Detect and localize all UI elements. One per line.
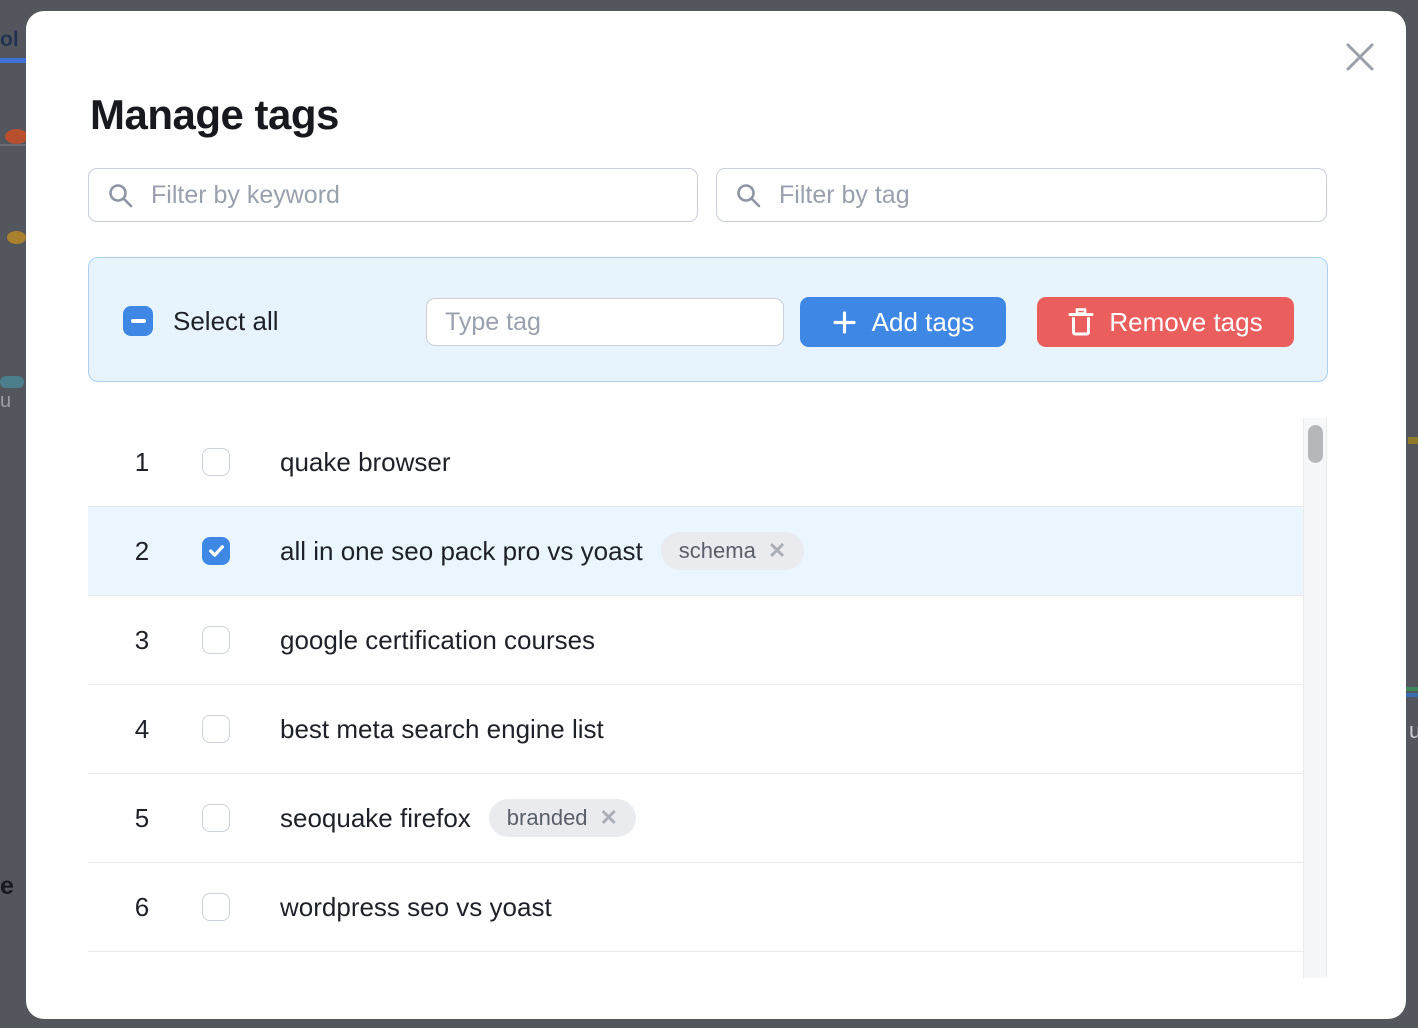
keyword-row[interactable]: 5 seoquake firefox branded ✕ <box>88 774 1324 863</box>
row-number: 5 <box>120 803 164 834</box>
backdrop-fragment-teal-shape <box>0 376 24 388</box>
row-checkbox[interactable] <box>202 893 230 921</box>
keyword-row[interactable]: 1 quake browser <box>88 418 1324 507</box>
add-tags-button[interactable]: Add tags <box>800 297 1006 347</box>
keyword-row[interactable]: 3 google certification courses <box>88 596 1324 685</box>
backdrop-fragment-yellow-line <box>1408 437 1418 444</box>
tag-pill: branded ✕ <box>489 799 636 837</box>
row-tags: schema ✕ <box>661 532 804 570</box>
filter-keyword-field <box>88 168 698 222</box>
backdrop-fragment-yellow-dot <box>7 231 26 244</box>
row-number: 3 <box>120 625 164 656</box>
tag-pill-label: schema <box>679 538 756 564</box>
tag-pill-label: branded <box>507 805 588 831</box>
row-checkbox[interactable] <box>202 715 230 743</box>
add-tags-label: Add tags <box>872 307 975 338</box>
scrollbar-thumb[interactable] <box>1308 425 1323 463</box>
row-tags: branded ✕ <box>489 799 636 837</box>
plus-icon <box>832 310 857 335</box>
select-all-checkbox[interactable] <box>123 306 153 336</box>
remove-tags-label: Remove tags <box>1109 307 1262 338</box>
row-keyword-label: quake browser <box>280 447 451 478</box>
filter-tag-input[interactable] <box>777 180 1308 211</box>
tag-remove-icon[interactable]: ✕ <box>600 807 618 829</box>
type-tag-input[interactable] <box>426 298 784 346</box>
row-number: 4 <box>120 714 164 745</box>
backdrop-fragment-red-dot <box>5 129 28 144</box>
row-keyword-label: google certification courses <box>280 625 595 656</box>
search-icon <box>107 182 134 209</box>
close-button[interactable] <box>1336 33 1384 81</box>
keyword-row[interactable]: 6 wordpress seo vs yoast <box>88 863 1324 952</box>
row-checkbox[interactable] <box>202 804 230 832</box>
row-keyword-label: wordpress seo vs yoast <box>280 892 552 923</box>
row-number: 2 <box>120 536 164 567</box>
row-number: 1 <box>120 447 164 478</box>
keyword-row[interactable]: 2 all in one seo pack pro vs yoast schem… <box>88 507 1324 596</box>
tag-remove-icon[interactable]: ✕ <box>768 540 786 562</box>
search-icon <box>735 182 762 209</box>
keyword-list: 1 quake browser 2 all in one seo pack pr… <box>88 418 1324 952</box>
backdrop-fragment-text: u <box>0 390 11 413</box>
row-checkbox[interactable] <box>202 448 230 476</box>
row-checkbox[interactable] <box>202 626 230 654</box>
row-checkbox[interactable] <box>202 537 230 565</box>
row-keyword-label: best meta search engine list <box>280 714 604 745</box>
scrollbar-track[interactable] <box>1303 418 1327 978</box>
check-icon <box>208 544 225 558</box>
close-icon <box>1341 38 1379 76</box>
row-keyword-label: all in one seo pack pro vs yoast <box>280 536 643 567</box>
backdrop-fragment-blue-line <box>1406 693 1418 697</box>
modal-title: Manage tags <box>90 93 339 137</box>
row-number: 6 <box>120 892 164 923</box>
backdrop-fragment-divider <box>0 144 26 146</box>
backdrop-fragment-tab-underline <box>0 58 27 63</box>
page-backdrop: ol u e u Manage tags <box>0 0 1418 1028</box>
filter-tag-field <box>716 168 1327 222</box>
tag-pill: schema ✕ <box>661 532 804 570</box>
trash-icon <box>1068 308 1094 336</box>
minus-icon <box>131 319 146 323</box>
bulk-actions-bar: Select all Add tags Remove tags <box>88 257 1328 382</box>
backdrop-fragment-text: ol <box>0 28 19 52</box>
backdrop-fragment-text: u <box>1409 718 1418 744</box>
row-keyword-label: seoquake firefox <box>280 803 471 834</box>
backdrop-fragment-text: e <box>0 872 14 901</box>
manage-tags-modal: Manage tags Select all <box>26 11 1406 1019</box>
select-all-label: Select all <box>173 306 279 336</box>
remove-tags-button[interactable]: Remove tags <box>1037 297 1294 347</box>
filter-keyword-input[interactable] <box>149 180 679 211</box>
keyword-row[interactable]: 4 best meta search engine list <box>88 685 1324 774</box>
backdrop-fragment-green-line <box>1406 687 1418 691</box>
